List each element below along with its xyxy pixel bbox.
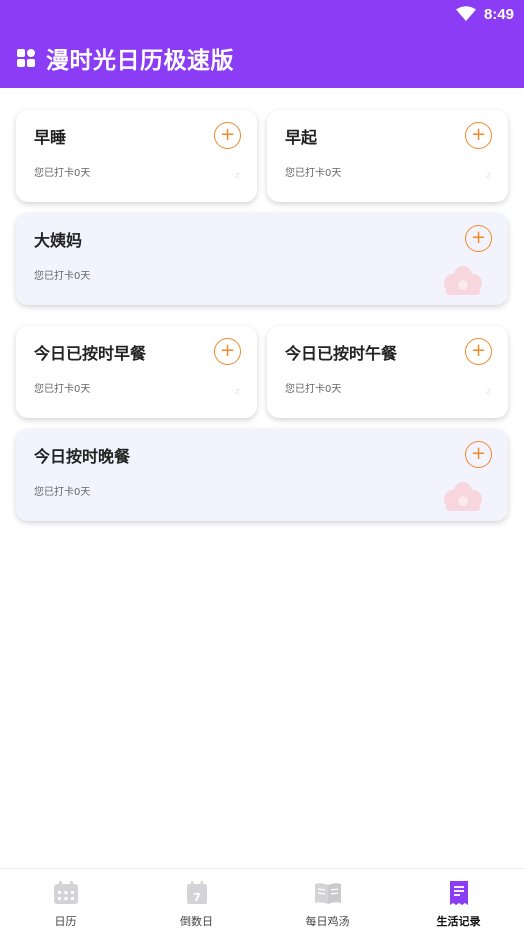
card-title: 早睡 <box>34 128 67 147</box>
moon-sleep-icon: z <box>474 386 496 407</box>
flower-icon <box>444 266 482 295</box>
svg-text:z: z <box>235 387 240 397</box>
nav-item-life-records[interactable]: 生活记录 <box>393 869 524 930</box>
card-checkin-count: 您已打卡0天 <box>34 384 91 395</box>
card-checkin-count: 您已打卡0天 <box>34 168 91 179</box>
app-header: 8:49 漫时光日历极速版 <box>0 0 524 88</box>
card-checkin-count: 您已打卡0天 <box>34 271 91 282</box>
habit-card-period[interactable]: 大姨妈 您已打卡0天 + <box>16 213 508 305</box>
record-note-icon <box>449 881 468 905</box>
grid-menu-icon[interactable] <box>16 48 36 68</box>
flower-icon <box>444 482 482 511</box>
app-title: 漫时光日历极速版 <box>46 48 234 74</box>
add-checkin-button[interactable]: + <box>465 122 492 149</box>
card-title: 今日按时晚餐 <box>34 447 131 466</box>
add-checkin-button[interactable]: + <box>214 338 241 365</box>
nav-label: 日历 <box>54 915 77 928</box>
calendar-icon <box>53 881 78 904</box>
habit-card-dinner[interactable]: 今日按时晚餐 您已打卡0天 + <box>16 429 508 521</box>
moon-sleep-icon: z <box>223 170 245 191</box>
card-title: 今日已按时早餐 <box>34 344 147 363</box>
nav-label: 倒数日 <box>180 915 213 928</box>
bottom-nav: 日历 7 倒数日 每日鸡汤 生活记录 <box>0 868 524 930</box>
card-checkin-count: 您已打卡0天 <box>285 384 342 395</box>
nav-item-daily-quote[interactable]: 每日鸡汤 <box>262 869 393 930</box>
add-checkin-button[interactable]: + <box>465 225 492 252</box>
moon-sleep-icon: z <box>223 386 245 407</box>
card-title: 大姨妈 <box>34 231 83 250</box>
habit-card-lunch[interactable]: 今日已按时午餐 您已打卡0天 + z <box>267 326 508 418</box>
nav-label: 每日鸡汤 <box>305 915 350 928</box>
card-title: 今日已按时午餐 <box>285 344 398 363</box>
card-title: 早起 <box>285 128 318 147</box>
nav-item-calendar[interactable]: 日历 <box>0 869 131 930</box>
habit-card-breakfast[interactable]: 今日已按时早餐 您已打卡0天 + z <box>16 326 257 418</box>
status-bar: 8:49 <box>455 4 514 24</box>
habit-card-early-rise[interactable]: 早起 您已打卡0天 + z <box>267 110 508 202</box>
add-checkin-button[interactable]: + <box>214 122 241 149</box>
open-book-icon <box>314 883 341 904</box>
countdown-badge: 7 <box>193 891 201 904</box>
svg-text:z: z <box>486 387 491 397</box>
status-time: 8:49 <box>483 5 514 23</box>
card-checkin-count: 您已打卡0天 <box>34 487 91 498</box>
app-bar: 漫时光日历极速版 <box>16 40 234 76</box>
wifi-icon <box>455 6 476 21</box>
countdown-calendar-icon: 7 <box>186 881 207 904</box>
nav-label: 生活记录 <box>436 915 481 928</box>
add-checkin-button[interactable]: + <box>465 441 492 468</box>
nav-item-countdown[interactable]: 7 倒数日 <box>131 869 262 930</box>
svg-text:z: z <box>235 171 240 181</box>
moon-sleep-icon: z <box>474 170 496 191</box>
habit-card-early-sleep[interactable]: 早睡 您已打卡0天 + z <box>16 110 257 202</box>
card-checkin-count: 您已打卡0天 <box>285 168 342 179</box>
svg-text:z: z <box>486 171 491 181</box>
add-checkin-button[interactable]: + <box>465 338 492 365</box>
